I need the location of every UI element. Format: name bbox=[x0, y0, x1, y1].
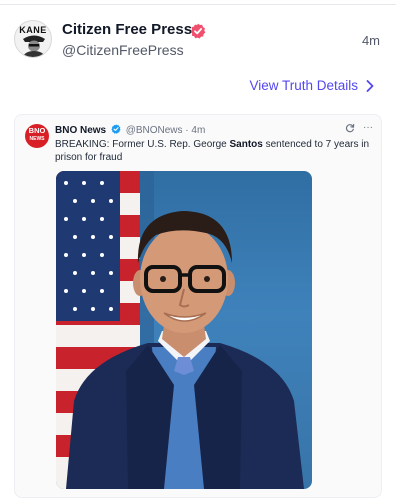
display-name[interactable]: Citizen Free Press bbox=[62, 21, 192, 38]
tweet-verified-icon bbox=[111, 124, 121, 134]
tweet-actions: ··· bbox=[345, 123, 373, 133]
tweet-timestamp: 4m bbox=[191, 125, 206, 136]
tweet-image[interactable] bbox=[56, 171, 312, 489]
view-truth-details-label: View Truth Details bbox=[249, 78, 358, 93]
tweet-text: BREAKING: Former U.S. Rep. George Santos… bbox=[55, 138, 373, 164]
tweet-header: BNO News @BNONews · 4m bbox=[55, 124, 205, 137]
more-options-button[interactable]: ··· bbox=[363, 123, 373, 133]
post-header: KANE Citizen Free Press @CitizenFreePres… bbox=[14, 20, 382, 62]
tweet-text-before: BREAKING: Former U.S. Rep. George bbox=[55, 139, 230, 150]
tweet-separator: · bbox=[185, 125, 189, 136]
tweet-text-bold: Santos bbox=[229, 139, 263, 150]
top-divider bbox=[0, 4, 396, 5]
avatar-figure-icon bbox=[22, 35, 46, 57]
handle: @CitizenFreePress bbox=[62, 42, 184, 58]
verified-badge-icon bbox=[190, 23, 206, 39]
post-timestamp: 4m bbox=[361, 33, 380, 48]
chevron-right-icon bbox=[366, 79, 374, 92]
portrait-illustration bbox=[56, 171, 304, 489]
tweet-account-name[interactable]: BNO News bbox=[55, 125, 106, 136]
embedded-tweet-card[interactable]: BNO NEWS BNO News @BNONews · 4m ··· BREA… bbox=[14, 114, 382, 498]
bno-news-logo: BNO NEWS bbox=[25, 124, 49, 148]
avatar[interactable]: KANE bbox=[14, 20, 52, 58]
bno-logo-line2: NEWS bbox=[29, 136, 45, 142]
bno-logo-line1: BNO bbox=[28, 126, 46, 135]
view-truth-details-link[interactable]: View Truth Details bbox=[249, 78, 374, 93]
tweet-handle: @BNONews bbox=[125, 125, 183, 136]
refresh-icon[interactable] bbox=[345, 123, 355, 133]
